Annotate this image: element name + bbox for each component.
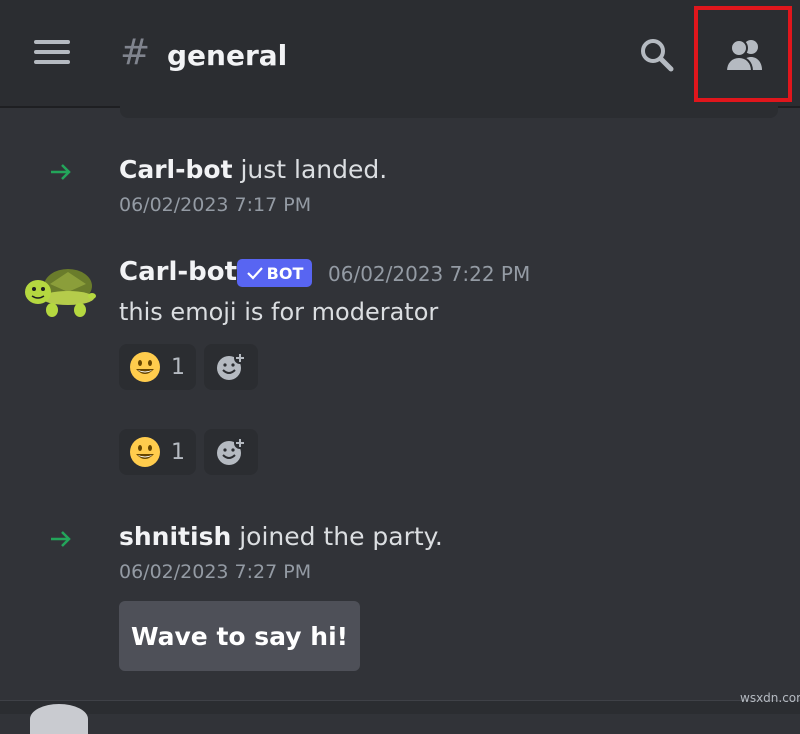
highlight-annotation-box [694,6,792,102]
add-reaction-button[interactable] [204,429,258,475]
hamburger-menu-icon[interactable] [34,40,70,68]
wave-to-say-hi-button[interactable]: Wave to say hi! [119,601,360,671]
reaction-count: 1 [171,439,185,465]
reaction-count: 1 [171,354,185,380]
join-action-text: joined the party. [231,522,443,551]
join-timestamp: 06/02/2023 7:27 PM [119,561,312,583]
add-reaction-icon [217,352,246,380]
message-timestamp: 06/02/2023 7:22 PM [328,262,531,286]
previous-embed-edge [120,106,778,118]
message-content: this emoji is for moderator [119,298,439,326]
join-username[interactable]: Carl-bot [119,155,233,184]
reaction-grinning-face[interactable]: 1 [119,344,196,390]
join-username[interactable]: shnitish [119,522,231,551]
channel-name: general [167,39,288,72]
grinning-face-icon [130,437,160,467]
join-message-shnitish: shnitish joined the party. [119,522,443,551]
bot-tag-label: BOT [266,263,304,283]
reaction-grinning-face[interactable]: 1 [119,429,196,475]
channel-header: # general [0,0,800,108]
join-action-text: just landed. [232,155,388,184]
carl-bot-avatar[interactable] [22,262,96,320]
watermark: wsxdn.com [740,691,800,705]
join-arrow-icon [50,163,72,181]
channel-hash-icon: # [120,32,151,73]
grinning-face-icon [130,352,160,382]
add-reaction-icon [217,437,246,465]
search-icon[interactable] [638,36,676,74]
avatar[interactable] [30,704,88,734]
verified-check-icon [246,267,263,280]
message-author[interactable]: Carl-bot [119,257,237,287]
join-message-carl-bot: Carl-bot just landed. [119,155,387,184]
next-message-strip [0,700,800,714]
join-timestamp: 06/02/2023 7:17 PM [119,194,312,216]
bot-tag: BOT [237,259,312,287]
add-reaction-button[interactable] [204,344,258,390]
join-arrow-icon [50,530,72,548]
